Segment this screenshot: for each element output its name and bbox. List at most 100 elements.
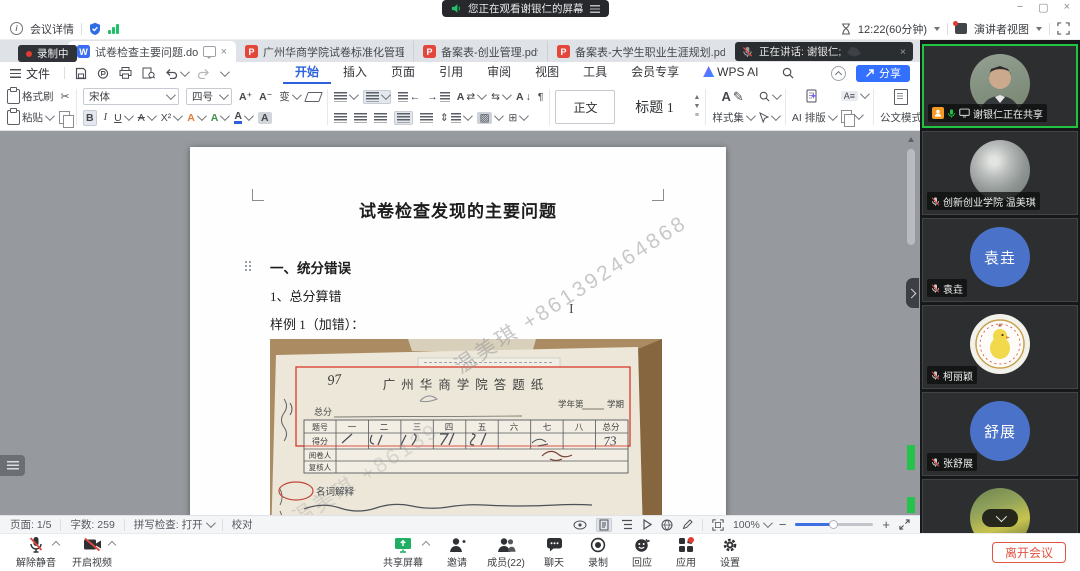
view-mode-button[interactable]: 演讲者视图 [974,21,1029,37]
sidebar-expand-handle[interactable] [906,278,919,308]
eye-protect-icon[interactable] [573,520,587,530]
undo-dropdown-icon[interactable] [180,67,190,77]
char-shading-button[interactable]: A [258,112,272,124]
tab-document-2[interactable]: P 广州华商学院试卷标准化管理工作手 [236,41,414,62]
superscript-button[interactable]: X² [161,112,181,124]
settings-button[interactable]: 设置 [708,534,752,571]
scroll-up-icon[interactable] [908,137,914,142]
web-layout-icon[interactable] [661,519,673,531]
text-effects-button[interactable]: A [187,112,204,124]
decrease-indent-button[interactable]: ← [398,91,421,103]
font-name-select[interactable]: 宋体 [83,88,179,105]
cut-button[interactable]: ✂ [61,90,70,103]
network-signal-icon[interactable] [108,23,119,34]
participant-tile-presenter[interactable]: 谢银仁正在共享 [922,44,1078,128]
read-mode-icon[interactable] [642,519,652,530]
floating-toolbar-handle[interactable] [0,455,25,476]
mic-options-chevron-icon[interactable] [52,540,60,548]
participant-tile[interactable]: 舒展 张舒展 [922,392,1078,476]
view-mode-dropdown-icon[interactable] [1036,27,1042,31]
participant-tile[interactable]: ❀ 柯丽颖 [922,305,1078,389]
strikethrough-button[interactable]: A [138,112,154,124]
file-menu-button[interactable]: 文件 [10,65,50,82]
shading-button[interactable]: ▨ [477,112,502,124]
italic-button[interactable]: I [104,112,108,123]
ribbon-tab-insert[interactable]: 插入 [331,62,379,84]
zoom-in-button[interactable]: + [882,517,890,532]
document-scrollbar[interactable] [907,133,916,511]
line-spacing-button[interactable]: ⇕ [440,112,470,124]
style-gallery-arrows[interactable]: ▲▼≡ [693,95,700,119]
justify-button[interactable] [394,111,413,125]
align-left-button[interactable] [334,113,347,123]
maximize-button[interactable]: ▢ [1038,1,1048,14]
fullscreen-icon[interactable] [1057,22,1070,35]
ribbon-tab-review[interactable]: 审阅 [475,62,523,84]
show-marks-button[interactable]: ¶ [538,91,544,103]
font-color-button[interactable]: A [234,111,251,124]
share-button[interactable]: 分享 [856,65,910,82]
leave-meeting-button[interactable]: 离开会议 [992,542,1066,563]
close-button[interactable]: × [1064,1,1070,14]
clear-format-icon[interactable] [304,92,323,102]
ribbon-tab-home[interactable]: 开始 [283,62,331,84]
ai-layout-button[interactable]: AI 排版 [792,110,835,125]
quickbar-more-icon[interactable] [220,67,230,77]
share-options-chevron-icon[interactable] [422,540,430,548]
share-screen-button[interactable]: 共享屏幕 [372,534,434,571]
video-options-chevron-icon[interactable] [108,540,116,548]
ink-pen-icon[interactable] [682,519,693,530]
save-icon[interactable] [75,67,87,80]
undo-icon[interactable] [165,68,178,79]
style-set-button[interactable]: 样式集 [712,110,753,125]
fullscreen-toggle-icon[interactable] [899,519,910,530]
members-button[interactable]: 成员(22) [480,534,532,571]
reactions-button[interactable]: 回应 [620,534,664,571]
tab-document-4[interactable]: P 备案表-大学生职业生涯规划.pdf [548,41,734,62]
selection-pane-button[interactable] [841,110,867,123]
find-button[interactable] [759,91,779,102]
spellcheck-toggle[interactable]: 拼写检查: 打开 [134,517,213,532]
increase-indent-button[interactable]: → [427,91,450,103]
paragraph-drag-handle-icon[interactable] [244,260,252,272]
wrap-button[interactable]: ⇆ [491,91,509,103]
style-heading1-button[interactable]: 标题 1 [620,90,688,124]
print-preview-icon[interactable] [142,67,155,79]
word-count[interactable]: 字数: 259 [70,517,114,532]
distribute-button[interactable] [420,113,433,123]
ribbon-tab-wps-ai[interactable]: WPS AI [691,62,770,84]
minimize-button[interactable]: − [1017,1,1023,14]
borders-button[interactable]: ⊞ [508,112,526,124]
highlight-color-button[interactable]: A [211,112,228,124]
increase-font-button[interactable]: A⁺ [239,91,252,103]
style-body-button[interactable]: 正文 [555,90,615,124]
sort-button[interactable]: A↓ [516,91,531,103]
outline-view-icon[interactable] [621,519,633,530]
zoom-level-select[interactable]: 100% [733,519,770,531]
bold-button[interactable]: B [83,110,97,126]
ribbon-tab-reference[interactable]: 引用 [427,62,475,84]
search-icon[interactable] [782,67,794,79]
bullet-list-button[interactable] [334,92,356,102]
align-center-button[interactable] [354,113,367,123]
redo-icon[interactable] [197,68,210,79]
export-pdf-icon[interactable] [97,67,109,80]
collapse-participants-button[interactable] [982,509,1018,527]
unmute-button[interactable]: 解除静音 [8,534,64,571]
zoom-slider-handle[interactable] [829,520,838,529]
page-view-icon[interactable] [596,518,612,532]
start-video-button[interactable]: 开启视频 [64,534,120,571]
participant-tile[interactable]: 创新创业学院 温美琪 [922,131,1078,215]
ribbon-tab-tools[interactable]: 工具 [571,62,619,84]
proofread-button[interactable]: 校对 [232,517,253,532]
official-doc-button[interactable]: 公文模式 [880,110,920,125]
duration-dropdown-icon[interactable] [934,27,940,31]
toast-close-icon[interactable]: × [900,46,906,58]
align-right-button[interactable] [374,113,387,123]
print-icon[interactable] [119,67,132,79]
banner-list-icon[interactable] [590,5,600,13]
font-size-select[interactable]: 四号 [186,88,232,105]
paste-button[interactable]: 粘贴 [7,110,52,125]
meeting-details-link[interactable]: 会议详情 [30,21,74,37]
underline-button[interactable]: U [114,112,131,124]
